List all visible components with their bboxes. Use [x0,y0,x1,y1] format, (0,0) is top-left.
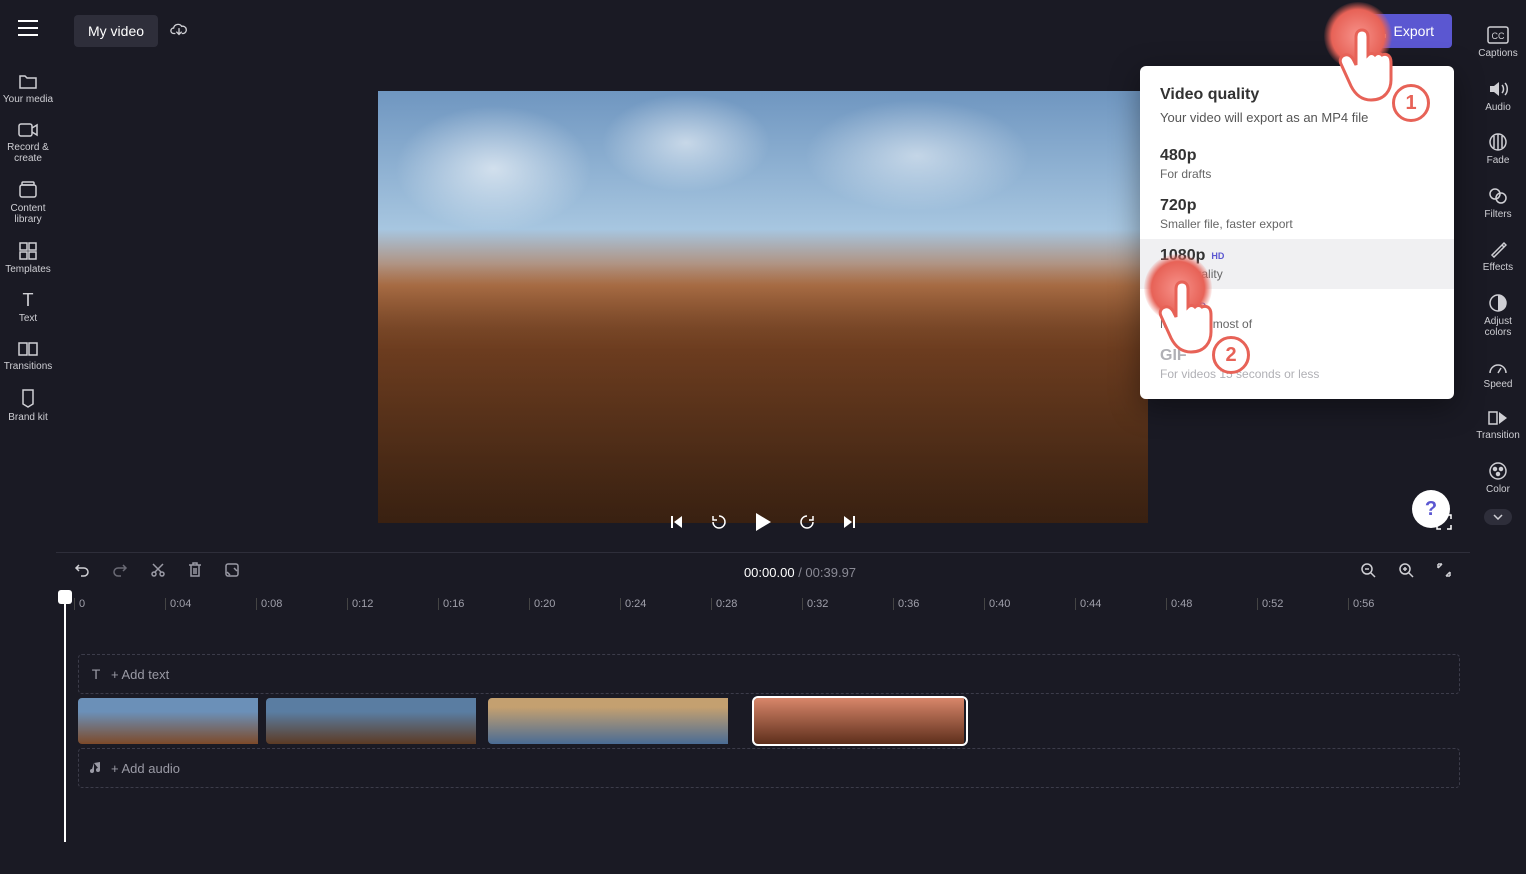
total-time: 00:39.97 [805,565,856,580]
fit-button[interactable] [1436,562,1452,583]
timecode-display: 00:00.00 / 00:39.97 [262,565,1338,580]
timeline-ruler[interactable]: 0 0:04 0:08 0:12 0:16 0:20 0:24 0:28 0:32 0:36 0:4… [74,592,1460,620]
label: Effects [1483,262,1513,274]
label: Record & create [0,142,56,165]
undo-button[interactable] [74,562,90,583]
popup-title: Video quality [1140,86,1454,110]
project-title-text: My video [88,23,144,39]
video-clip-2[interactable] [266,698,486,744]
ruler-tick: 0:16 [438,598,464,610]
zoom-in-button[interactable] [1398,562,1414,583]
label: Content library [0,203,56,226]
label: Templates [5,264,51,276]
label: Text [19,313,37,325]
video-track[interactable] [78,698,1460,744]
text-track-placeholder: + Add text [111,667,169,682]
sidebar-filters[interactable]: Filters [1470,177,1526,231]
ruler-tick: 0:52 [1257,598,1283,610]
skip-start-button[interactable] [668,514,684,535]
ruler-tick: 0:44 [1075,598,1101,610]
cut-button[interactable] [150,562,166,583]
project-title-field[interactable]: My video [74,15,158,47]
ruler-tick: 0:24 [620,598,646,610]
label: Filters [1484,209,1511,221]
text-track[interactable]: T + Add text [78,654,1460,694]
cloud-sync-icon[interactable] [170,20,188,43]
video-preview[interactable] [378,91,1148,523]
help-button[interactable]: ? [1412,490,1450,528]
ruler-tick: 0 [74,598,85,610]
sidebar-record-create[interactable]: Record & create [0,114,56,173]
label: Transition [1476,430,1520,442]
menu-button[interactable] [10,10,46,46]
ruler-tick: 0:12 [347,598,373,610]
sidebar-collapse-button[interactable] [1484,509,1512,525]
ruler-tick: 0:08 [256,598,282,610]
sidebar-text[interactable]: T Text [0,283,56,333]
label: Brand kit [8,412,47,424]
skip-end-button[interactable] [842,514,858,535]
ruler-tick: 0:48 [1166,598,1192,610]
ruler-tick: 0:36 [893,598,919,610]
redo-button[interactable] [112,562,128,583]
quality-option-gif: GIF For videos 15 seconds or less [1140,339,1454,389]
popup-subtitle: Your video will export as an MP4 file [1140,110,1454,139]
label: Color [1486,484,1510,496]
export-label: Export [1394,23,1434,39]
quality-option-4k[interactable]: 4K UHD Make the most of [1140,289,1454,339]
sidebar-fade[interactable]: Fade [1470,123,1526,177]
ruler-tick: 0:56 [1348,598,1374,610]
video-clip-3[interactable] [488,698,752,744]
sidebar-transition[interactable]: Transition [1470,400,1526,452]
playhead[interactable] [64,592,66,842]
sidebar-your-media[interactable]: Your media [0,64,56,114]
svg-text:T: T [23,291,34,309]
sidebar-templates[interactable]: Templates [0,234,56,284]
forward-button[interactable] [798,513,816,536]
ruler-tick: 0:40 [984,598,1010,610]
sidebar-color[interactable]: Color [1470,452,1526,506]
label: Captions [1478,48,1517,60]
zoom-out-button[interactable] [1360,562,1376,583]
label: Fade [1487,155,1510,167]
svg-text:T: T [92,667,101,681]
video-clip-1[interactable] [78,698,264,744]
label: Audio [1485,102,1511,114]
audio-track-placeholder: + Add audio [111,761,180,776]
export-button[interactable]: Export [1354,14,1452,48]
current-time: 00:00.00 [744,565,795,580]
sidebar-audio[interactable]: Audio [1470,70,1526,124]
sidebar-effects[interactable]: Effects [1470,230,1526,284]
quality-option-480p[interactable]: 480p For drafts [1140,139,1454,189]
quality-option-720p[interactable]: 720p Smaller file, faster export [1140,189,1454,239]
sidebar-captions[interactable]: CC Captions [1470,16,1526,70]
sidebar-speed[interactable]: Speed [1470,349,1526,401]
ruler-tick: 0:20 [529,598,555,610]
label: Your media [3,94,53,106]
sidebar-content-library[interactable]: Content library [0,173,56,234]
ruler-tick: 0:32 [802,598,828,610]
split-button[interactable] [224,562,240,583]
ruler-tick: 0:04 [165,598,191,610]
video-clip-4[interactable] [754,698,966,744]
audio-track[interactable]: + Add audio [78,748,1460,788]
play-button[interactable] [754,512,772,537]
label: Adjust colors [1470,316,1526,339]
sidebar-adjust-colors[interactable]: Adjust colors [1470,284,1526,349]
quality-option-1080p[interactable]: 1080p HD High quality [1140,239,1454,289]
ruler-tick: 0:28 [711,598,737,610]
sidebar-brand-kit[interactable]: Brand kit [0,380,56,432]
label: Speed [1484,379,1513,391]
svg-text:CC: CC [1492,31,1505,41]
export-quality-popup: Video quality Your video will export as … [1140,66,1454,399]
rewind-button[interactable] [710,513,728,536]
label: Transitions [4,361,53,373]
sidebar-transitions[interactable]: Transitions [0,333,56,381]
delete-button[interactable] [188,562,202,583]
